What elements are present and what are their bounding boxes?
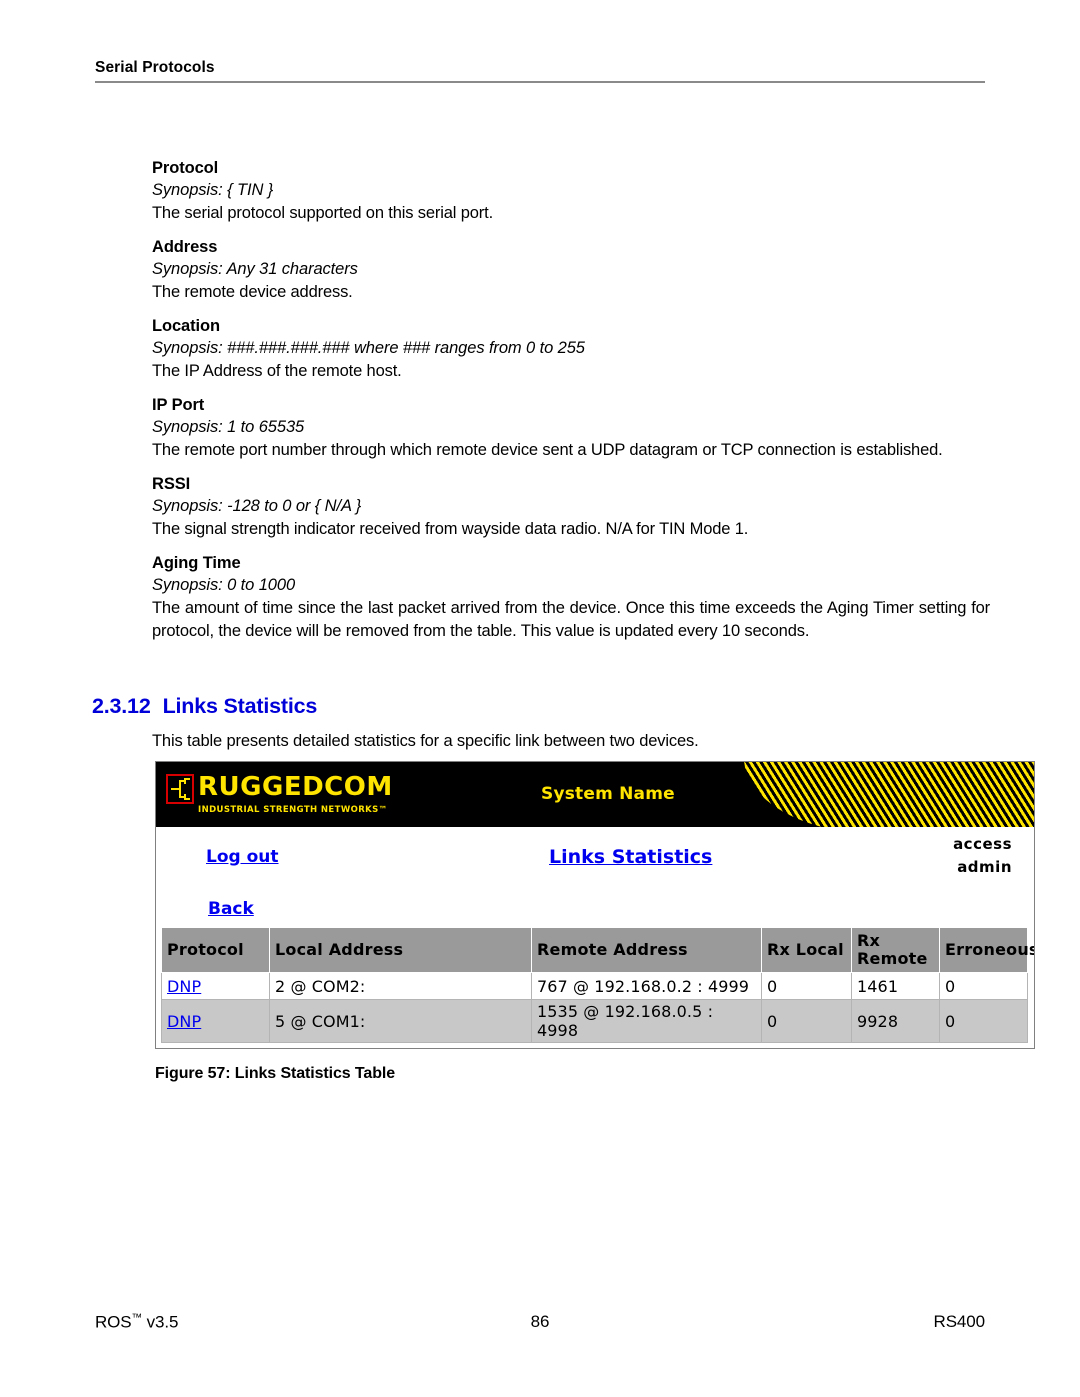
cell-local-address: 2 @ COM2: bbox=[269, 972, 532, 1000]
figure-caption: Figure 57: Links Statistics Table bbox=[155, 1065, 396, 1082]
field-name: IP Port bbox=[152, 396, 205, 414]
logo-circuit-icon bbox=[166, 774, 194, 804]
cell-remote-address: 1535 @ 192.168.0.5 : 4998 bbox=[531, 999, 762, 1043]
cell-rx-local: 0 bbox=[761, 972, 852, 1000]
field-synopsis: Synopsis: { TIN } bbox=[152, 181, 274, 199]
hazard-stripes-decoration bbox=[744, 762, 1034, 827]
field-definitions: Protocol Synopsis: { TIN } The serial pr… bbox=[152, 158, 990, 655]
links-statistics-table: Protocol Local Address Remote Address Rx… bbox=[161, 927, 1034, 1043]
cell-remote-address: 767 @ 192.168.0.2 : 4999 bbox=[531, 972, 762, 1000]
access-label: access bbox=[953, 835, 1012, 853]
field-name: Address bbox=[152, 238, 218, 256]
cell-rx-local: 0 bbox=[761, 999, 852, 1043]
field-description: The remote device address. bbox=[152, 283, 353, 301]
field-block-aging-time: Aging Time Synopsis: 0 to 1000 The amoun… bbox=[152, 553, 990, 643]
field-name: Aging Time bbox=[152, 554, 241, 572]
section-intro-paragraph: This table presents detailed statistics … bbox=[152, 732, 699, 750]
footer-page-number: 86 bbox=[530, 1312, 550, 1331]
cell-erroneous: 0 bbox=[939, 999, 1028, 1043]
field-description: The remote port number through which rem… bbox=[152, 441, 943, 459]
back-link[interactable]: Back bbox=[208, 899, 254, 919]
logout-link[interactable]: Log out bbox=[206, 847, 279, 867]
field-description: The IP Address of the remote host. bbox=[152, 362, 402, 380]
cell-rx-remote: 9928 bbox=[851, 999, 940, 1043]
section-title: Links Statistics bbox=[162, 694, 318, 718]
page-title-link[interactable]: Links Statistics bbox=[549, 846, 712, 868]
field-description: The serial protocol supported on this se… bbox=[152, 204, 494, 222]
web-ui-banner: RUGGEDCOM INDUSTRIAL STRENGTH NETWORKS™ … bbox=[156, 762, 1034, 827]
field-block-protocol: Protocol Synopsis: { TIN } The serial pr… bbox=[152, 158, 990, 225]
column-header-rx-local: Rx Local bbox=[761, 927, 852, 973]
table-header-row: Protocol Local Address Remote Address Rx… bbox=[161, 927, 1034, 973]
column-header-remote-address: Remote Address bbox=[531, 927, 762, 973]
field-name: RSSI bbox=[152, 475, 191, 493]
cell-erroneous: 0 bbox=[939, 972, 1028, 1000]
cell-protocol: DNP bbox=[161, 972, 270, 1000]
field-block-address: Address Synopsis: Any 31 characters The … bbox=[152, 237, 990, 304]
field-block-ip-port: IP Port Synopsis: 1 to 65535 The remote … bbox=[152, 395, 990, 462]
ruggedcom-logo: RUGGEDCOM INDUSTRIAL STRENGTH NETWORKS™ bbox=[166, 774, 393, 816]
page-running-header: Serial Protocols bbox=[95, 58, 985, 83]
column-header-rx-remote: Rx Remote bbox=[851, 927, 940, 973]
column-header-protocol: Protocol bbox=[161, 927, 270, 973]
access-value: admin bbox=[957, 858, 1012, 876]
footer-model: RS400 bbox=[933, 1312, 986, 1331]
logo-wordmark: RUGGEDCOM INDUSTRIAL STRENGTH NETWORKS™ bbox=[198, 774, 393, 816]
field-synopsis: Synopsis: 0 to 1000 bbox=[152, 576, 296, 594]
cell-rx-remote: 1461 bbox=[851, 972, 940, 1000]
field-name: Location bbox=[152, 317, 220, 335]
field-synopsis: Synopsis: -128 to 0 or { N/A } bbox=[152, 497, 362, 515]
field-synopsis: Synopsis: 1 to 65535 bbox=[152, 418, 305, 436]
cell-protocol: DNP bbox=[161, 999, 270, 1043]
access-level-block: access admin bbox=[953, 833, 1012, 879]
running-head-text: Serial Protocols bbox=[95, 59, 215, 76]
embedded-screenshot: RUGGEDCOM INDUSTRIAL STRENGTH NETWORKS™ … bbox=[155, 761, 1035, 1049]
field-name: Protocol bbox=[152, 159, 219, 177]
section-heading: 2.3.12 Links Statistics bbox=[92, 694, 317, 719]
field-synopsis: Synopsis: ###.###.###.### where ### rang… bbox=[152, 339, 585, 357]
web-ui-nav: Log out Back Links Statistics access adm… bbox=[156, 827, 1034, 919]
logo-tagline: INDUSTRIAL STRENGTH NETWORKS™ bbox=[198, 805, 388, 815]
column-header-erroneous: Erroneous bbox=[939, 927, 1034, 973]
field-synopsis: Synopsis: Any 31 characters bbox=[152, 260, 358, 278]
section-number: 2.3.12 bbox=[92, 694, 151, 718]
field-block-location: Location Synopsis: ###.###.###.### where… bbox=[152, 316, 990, 383]
header-divider bbox=[95, 81, 985, 83]
protocol-link[interactable]: DNP bbox=[167, 1012, 201, 1031]
field-block-rssi: RSSI Synopsis: -128 to 0 or { N/A } The … bbox=[152, 474, 990, 541]
system-name-label: System Name bbox=[541, 784, 675, 804]
field-description: The signal strength indicator received f… bbox=[152, 520, 749, 538]
protocol-link[interactable]: DNP bbox=[167, 977, 201, 996]
field-description: The amount of time since the last packet… bbox=[152, 599, 990, 640]
column-header-local-address: Local Address bbox=[269, 927, 532, 973]
cell-local-address: 5 @ COM1: bbox=[269, 999, 532, 1043]
table-row[interactable]: DNP 2 @ COM2: 767 @ 192.168.0.2 : 4999 0… bbox=[161, 972, 1028, 1000]
logo-main-text: RUGGEDCOM bbox=[198, 772, 393, 802]
table-row[interactable]: DNP 5 @ COM1: 1535 @ 192.168.0.5 : 4998 … bbox=[161, 999, 1028, 1043]
